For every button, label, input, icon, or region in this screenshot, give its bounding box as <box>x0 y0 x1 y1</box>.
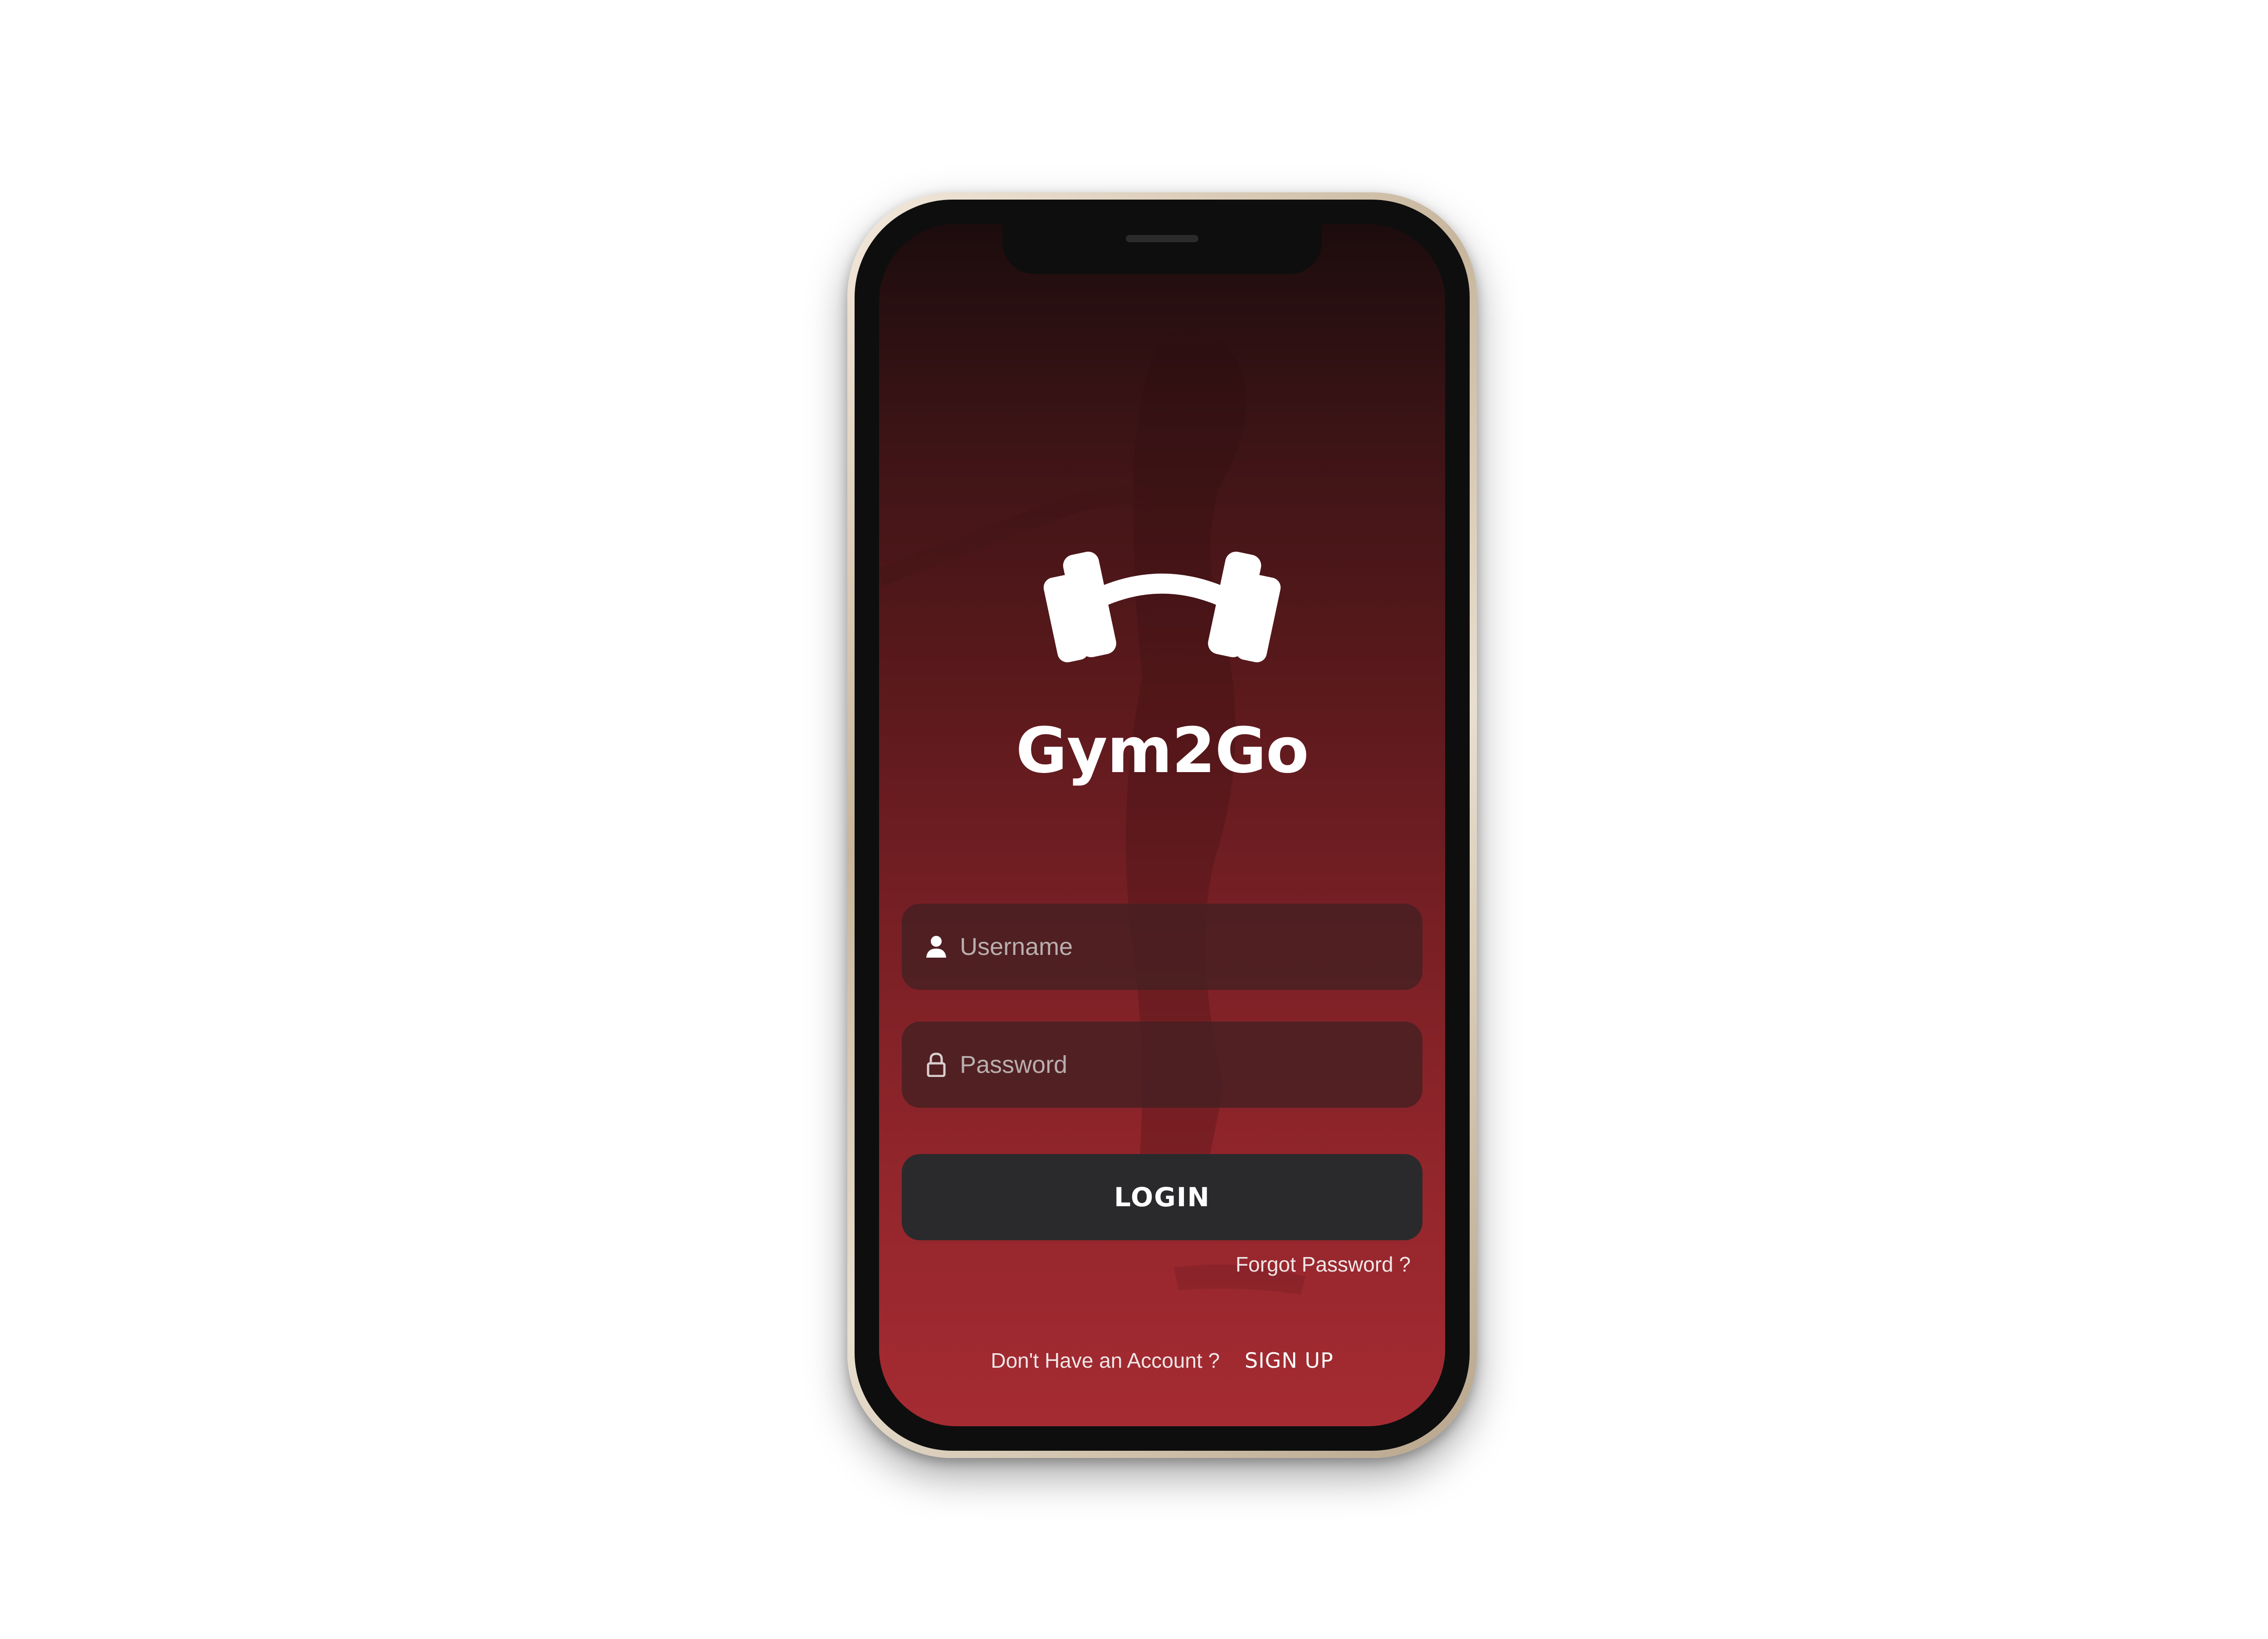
username-input[interactable] <box>959 932 1422 961</box>
lock-icon <box>923 1051 950 1078</box>
password-field[interactable] <box>902 1022 1422 1108</box>
dumbbell-icon <box>1043 552 1281 662</box>
signup-row: Don't Have an Account ? SIGN UP <box>879 1348 1445 1373</box>
login-button[interactable]: LOGIN <box>902 1154 1422 1240</box>
mockup-stage: Gym2Go LOGIN <box>0 0 2268 1639</box>
phone-frame: Gym2Go LOGIN <box>847 192 1477 1458</box>
app-screen: Gym2Go LOGIN <box>879 224 1445 1426</box>
signup-prompt: Don't Have an Account ? <box>991 1349 1220 1372</box>
phone-notch <box>1002 224 1322 274</box>
username-field[interactable] <box>902 904 1422 990</box>
forgot-password-link[interactable]: Forgot Password ? <box>1236 1252 1411 1277</box>
user-icon <box>923 933 950 960</box>
background-photo <box>879 330 1445 1295</box>
brand-title: Gym2Go <box>1016 714 1309 787</box>
password-input[interactable] <box>959 1050 1422 1079</box>
signup-link[interactable]: SIGN UP <box>1245 1348 1334 1373</box>
speaker-grille <box>1126 235 1198 242</box>
